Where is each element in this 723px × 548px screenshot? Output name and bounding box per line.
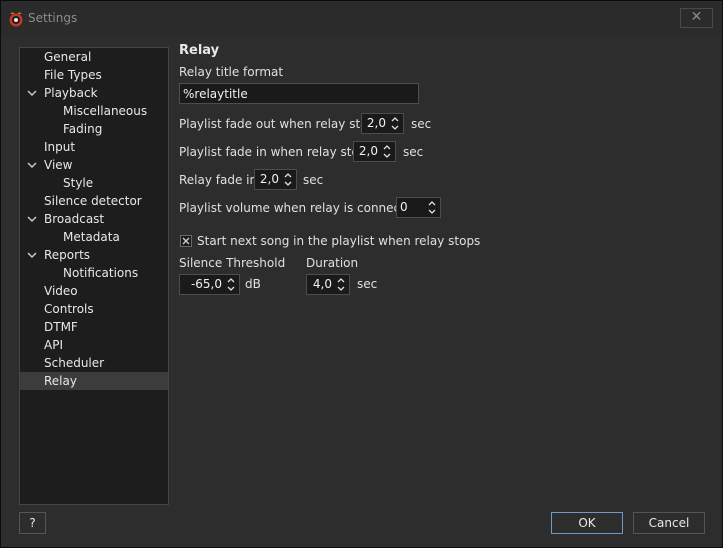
start-next-checkbox[interactable] (180, 235, 192, 247)
tree-item-label: Controls (44, 302, 94, 316)
close-button[interactable]: ✕ (680, 8, 713, 28)
start-next-label[interactable]: Start next song in the playlist when rel… (197, 234, 480, 248)
fade-in-value: 2,0 (358, 144, 378, 158)
duration-unit: sec (357, 277, 378, 291)
fade-out-unit: sec (411, 117, 432, 131)
settings-tree[interactable]: General File Types Playback Miscellaneous Fa… (19, 47, 169, 505)
tree-item-relay[interactable]: Relay (20, 372, 168, 390)
fade-out-spinbox[interactable]: 2,0 (361, 113, 404, 134)
silence-threshold-spinbox[interactable]: -65,0 (179, 274, 240, 295)
chevron-down-icon[interactable] (26, 156, 38, 174)
tree-item-fading[interactable]: Fading (20, 120, 168, 138)
tree-item-label: Broadcast (44, 212, 105, 226)
silence-threshold-label: Silence Threshold (179, 256, 286, 270)
tree-item-general[interactable]: General (20, 48, 168, 66)
tree-item-broadcast[interactable]: Broadcast (20, 210, 168, 228)
silence-threshold-unit: dB (245, 277, 261, 291)
help-button[interactable]: ? (19, 512, 46, 534)
tree-item-label: Input (44, 140, 76, 154)
tree-item-scheduler[interactable]: Scheduler (20, 354, 168, 372)
relay-fade-in-unit: sec (303, 173, 324, 187)
tree-item-metadata[interactable]: Metadata (20, 228, 168, 246)
fade-out-value: 2,0 (366, 116, 386, 130)
fade-in-unit: sec (403, 145, 424, 159)
tree-item-playback[interactable]: Playback (20, 84, 168, 102)
chevron-down-icon[interactable] (26, 84, 38, 102)
silence-threshold-value: -65,0 (190, 277, 222, 291)
duration-value: 4,0 (312, 277, 332, 291)
tree-item-api[interactable]: API (20, 336, 168, 354)
tree-item-notifications[interactable]: Notifications (20, 264, 168, 282)
settings-window: Settings ✕ General File Types Playback Misc… (0, 0, 723, 548)
tree-item-label: Silence detector (44, 194, 142, 208)
relay-fade-in-spinbox[interactable]: 2,0 (254, 169, 297, 190)
tree-item-dtmf[interactable]: DTMF (20, 318, 168, 336)
fade-out-label: Playlist fade out when relay starts (179, 117, 384, 131)
check-x-icon (182, 237, 190, 245)
title-bar[interactable]: Settings ✕ (1, 1, 722, 35)
tree-item-label: API (44, 338, 63, 352)
tree-item-label: Video (44, 284, 78, 298)
tree-item-label: Notifications (63, 266, 139, 280)
tree-item-reports[interactable]: Reports (20, 246, 168, 264)
tree-item-label: View (44, 158, 73, 172)
duration-label: Duration (306, 256, 359, 270)
tree-item-silence-detector[interactable]: Silence detector (20, 192, 168, 210)
spin-arrows-icon[interactable] (381, 142, 393, 161)
tree-item-label: General (44, 50, 92, 64)
page-title: Relay (179, 43, 220, 58)
cancel-button-label: Cancel (648, 516, 690, 530)
tree-item-style[interactable]: Style (20, 174, 168, 192)
relay-title-format-input[interactable] (179, 83, 419, 104)
spin-arrows-icon[interactable] (335, 275, 347, 294)
tree-item-label: Reports (44, 248, 91, 262)
chevron-down-icon[interactable] (26, 246, 38, 264)
volume-value: 0 (400, 200, 408, 214)
tree-item-label: Fading (63, 122, 103, 136)
tree-item-label: Miscellaneous (63, 104, 148, 118)
spin-arrows-icon[interactable] (282, 170, 294, 189)
tree-item-label: File Types (44, 68, 102, 82)
relay-fade-in-value: 2,0 (259, 172, 279, 186)
tree-item-label: Scheduler (44, 356, 105, 370)
cancel-button[interactable]: Cancel (633, 512, 705, 534)
chevron-down-icon[interactable] (26, 210, 38, 228)
tree-item-label: Relay (44, 374, 77, 388)
spin-arrows-icon[interactable] (225, 275, 237, 294)
close-icon: ✕ (690, 9, 703, 25)
relay-title-format-label: Relay title format (179, 65, 284, 79)
volume-spinbox[interactable]: 0 (396, 197, 441, 218)
volume-label: Playlist volume when relay is connected (179, 201, 420, 215)
fade-in-spinbox[interactable]: 2,0 (353, 141, 396, 162)
tree-item-label: DTMF (44, 320, 78, 334)
tree-item-view[interactable]: View (20, 156, 168, 174)
tree-item-label: Playback (44, 86, 98, 100)
tree-item-file-types[interactable]: File Types (20, 66, 168, 84)
radio-app-icon (9, 12, 23, 27)
fade-in-label: Playlist fade in when relay stops (179, 145, 373, 159)
ok-button[interactable]: OK (551, 512, 623, 534)
tree-item-label: Style (63, 176, 94, 190)
spin-arrows-icon[interactable] (389, 114, 401, 133)
ok-button-label: OK (578, 516, 596, 530)
relay-fade-in-label: Relay fade in (179, 173, 258, 187)
tree-item-controls[interactable]: Controls (20, 300, 168, 318)
tree-item-miscellaneous[interactable]: Miscellaneous (20, 102, 168, 120)
duration-spinbox[interactable]: 4,0 (306, 274, 350, 295)
tree-item-label: Metadata (63, 230, 120, 244)
help-icon: ? (29, 516, 36, 530)
window-title: Settings (28, 11, 78, 25)
spin-arrows-icon[interactable] (426, 198, 438, 217)
tree-item-input[interactable]: Input (20, 138, 168, 156)
tree-item-video[interactable]: Video (20, 282, 168, 300)
